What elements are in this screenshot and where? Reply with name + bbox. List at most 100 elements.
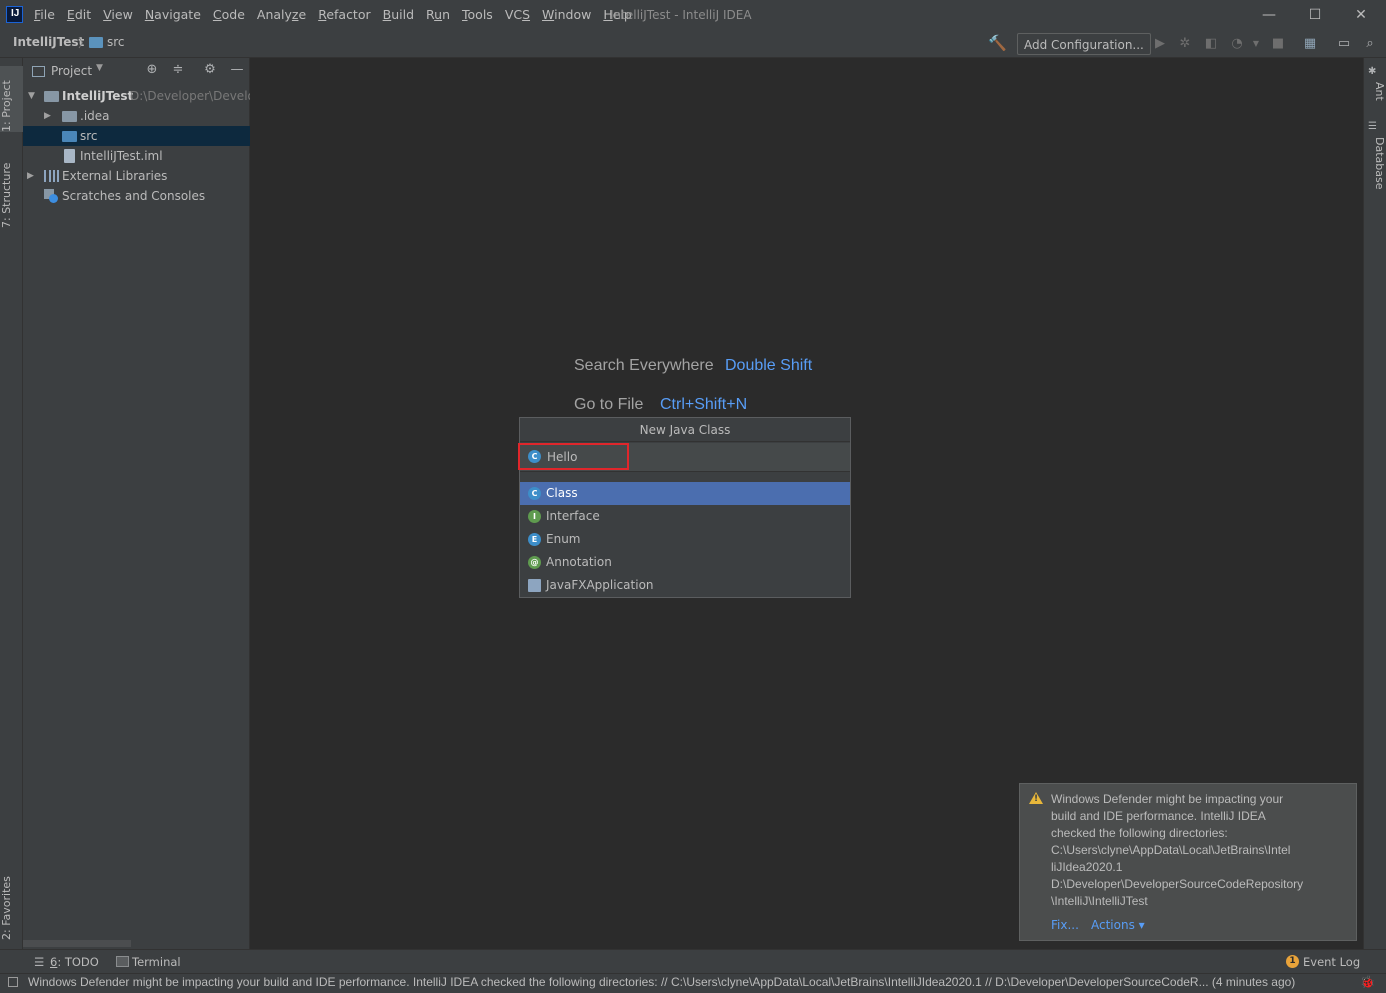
tab-ant[interactable]: Ant [1363, 82, 1386, 112]
tab-todo[interactable]: 6: TODO [50, 955, 99, 969]
menu-item[interactable]: View [97, 0, 139, 30]
menu-item[interactable]: Navigate [139, 0, 207, 30]
menu-item-rest: ile [40, 7, 55, 22]
menu-item-mnemonic: C [212, 7, 222, 22]
hint-search-everywhere: Search Everywhere [574, 357, 714, 374]
menu-item-rest: iew [111, 7, 133, 22]
locate-target-icon[interactable]: ⊕ [144, 62, 160, 78]
menu-item-rest: indow [554, 7, 592, 22]
tree-label-iml: IntelliJTest.iml [80, 149, 163, 163]
source-folder-icon [62, 131, 77, 142]
kind-option-interface[interactable]: I Interface [520, 505, 850, 528]
chevron-down-icon[interactable]: ▼ [1247, 35, 1265, 53]
tab-favorites[interactable]: 2: Favorites [0, 860, 23, 940]
collapsed-arrow-icon: ▶ [44, 111, 51, 121]
tab-database[interactable]: Database [1363, 137, 1386, 197]
tree-item-scratches[interactable]: Scratches and Consoles [23, 186, 250, 206]
project-panel-title[interactable]: Project [51, 64, 92, 78]
tool-windows-toggle-icon[interactable] [8, 977, 18, 987]
menu-item[interactable]: VCS [499, 0, 536, 30]
tab-terminal[interactable]: Terminal [132, 955, 181, 969]
breadcrumb-src[interactable]: src [107, 35, 125, 49]
tree-label-scratches: Scratches and Consoles [62, 189, 206, 203]
menu-item-rest: n [442, 7, 451, 22]
window-layout-icon[interactable]: ▭ [1335, 35, 1353, 53]
menu-item-mnemonic: N [144, 7, 155, 22]
tree-item-idea[interactable]: ▶ .idea [23, 106, 250, 126]
hint-go-to-file: Go to File [574, 396, 644, 413]
notification-actions-link[interactable]: Actions ▾ [1091, 918, 1145, 932]
tab-event-log[interactable]: Event Log [1303, 955, 1360, 969]
hint-search-shortcut: Double Shift [725, 357, 813, 374]
kind-option-label: JavaFXApplication [546, 578, 654, 592]
menu-item[interactable]: Window [536, 0, 597, 30]
maximize-button[interactable]: ☐ [1292, 0, 1338, 30]
tree-item-external-libraries[interactable]: ▶ External Libraries [23, 166, 250, 186]
gear-icon[interactable]: ⚙ [202, 62, 218, 78]
menu-item-prefix: Analy [256, 7, 292, 22]
menu-item-rest: efactor [326, 7, 371, 22]
run-icon[interactable]: ▶ [1151, 35, 1169, 53]
tree-item-iml[interactable]: IntelliJTest.iml [23, 146, 250, 166]
tree-item-src[interactable]: src [23, 126, 250, 146]
menu-item[interactable]: Code [207, 0, 251, 30]
chevron-down-icon[interactable]: ▼ [96, 63, 103, 73]
kind-option-annotation[interactable]: @ Annotation [520, 551, 850, 574]
todo-icon: ☰ [34, 955, 45, 969]
kind-option-class[interactable]: C Class [520, 482, 850, 505]
project-structure-icon[interactable]: ▦ [1301, 35, 1319, 53]
search-icon[interactable]: ⌕ [1361, 35, 1379, 53]
database-icon: ☰ [1368, 121, 1377, 132]
notification-line: checked the following directories: [1051, 826, 1228, 840]
horizontal-scrollbar[interactable] [23, 940, 131, 947]
kind-option-label: Enum [546, 532, 581, 546]
tab-project[interactable]: 1: Project [0, 66, 23, 132]
menu-item[interactable]: Edit [61, 0, 97, 30]
menu-item-rest: dit [74, 7, 92, 22]
hide-panel-icon[interactable]: — [229, 62, 245, 78]
scratches-icon [44, 189, 58, 203]
profile-icon[interactable]: ◔ [1228, 35, 1246, 53]
dialog-separator [520, 471, 850, 481]
bug-icon[interactable]: 🐞 [1360, 975, 1375, 989]
add-configuration-button[interactable]: Add Configuration... [1017, 33, 1151, 55]
window-title: IntelliJTest - IntelliJ IDEA [610, 8, 752, 22]
menu-item[interactable]: Build [377, 0, 420, 30]
breadcrumb-project[interactable]: IntelliJTest [13, 35, 84, 49]
menu-item[interactable]: Analyze [251, 0, 312, 30]
collapse-all-icon[interactable]: ≑ [170, 62, 186, 78]
minimize-button[interactable]: — [1246, 0, 1292, 30]
tree-item-project-root[interactable]: ▼ IntelliJTest D:\Developer\Develo [23, 86, 250, 106]
notification-text: Windows Defender might be impacting your… [1051, 791, 1341, 910]
menu-item-prefix: R [426, 7, 435, 22]
menu-item-rest: ode [221, 7, 245, 22]
status-message[interactable]: Windows Defender might be impacting your… [28, 975, 1358, 989]
logo-letters: IJ [11, 8, 20, 19]
menu-item[interactable]: File [28, 0, 61, 30]
event-log-badge: 1 [1286, 955, 1299, 968]
build-hammer-icon[interactable]: 🔨 [988, 34, 1008, 54]
menu-item[interactable]: Refactor [312, 0, 376, 30]
folder-icon [62, 111, 77, 122]
close-window-button[interactable]: ✕ [1338, 0, 1384, 30]
menu-item[interactable]: Run [420, 0, 456, 30]
notification-fix-link[interactable]: Fix... [1051, 918, 1079, 932]
coverage-icon[interactable]: ◧ [1202, 35, 1220, 53]
notification-line: Windows Defender might be impacting your [1051, 792, 1284, 806]
project-folder-icon [44, 91, 59, 102]
tab-structure[interactable]: 7: Structure [0, 150, 23, 228]
kind-option-javafxapplication[interactable]: JavaFXApplication [520, 574, 850, 597]
stop-icon[interactable]: ■ [1269, 35, 1287, 53]
kind-option-enum[interactable]: E Enum [520, 528, 850, 551]
interface-icon: I [528, 510, 541, 523]
hint-go-to-file-shortcut: Ctrl+Shift+N [660, 396, 748, 413]
debug-icon[interactable]: ✲ [1176, 35, 1194, 53]
menu-item-mnemonic: W [542, 7, 555, 22]
menu-item-mnemonic: E [66, 7, 75, 22]
expanded-arrow-icon: ▼ [28, 91, 35, 101]
menu-item-rest: uild [391, 7, 415, 22]
notification-line: D:\Developer\DeveloperSourceCodeReposito… [1051, 877, 1304, 891]
terminal-icon [116, 956, 129, 967]
tree-label-idea: .idea [80, 109, 110, 123]
menu-item[interactable]: Tools [456, 0, 499, 30]
